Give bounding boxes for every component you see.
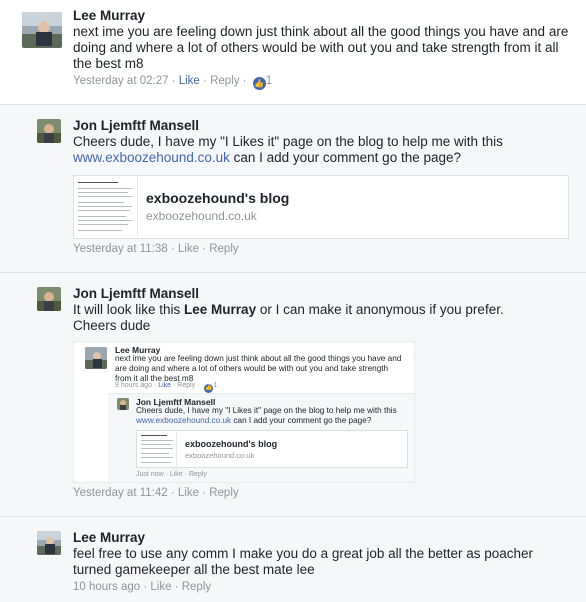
comment-text-part: Cheers dude [73, 318, 151, 333]
comment-time[interactable]: Yesterday at 11:38 [73, 243, 168, 255]
comment-text-part: Cheers dude, I have my "I Likes it" page… [73, 134, 503, 149]
comment-meta: Yesterday at 11:38 · Like · Reply [73, 243, 239, 255]
comment-time[interactable]: Yesterday at 02:27 [73, 75, 168, 87]
reply-button[interactable]: Reply [182, 581, 211, 593]
comment-time[interactable]: 10 hours ago [73, 581, 140, 593]
comment-time: Just now [136, 471, 164, 478]
comment-link[interactable]: www.exboozehound.co.uk [73, 150, 230, 165]
thumbnail-text-line [141, 448, 173, 449]
thumbnail-text-line [78, 230, 122, 231]
comment-meta: 9 hours ago · Like · Reply · 👍1 [115, 382, 218, 393]
thumbnail-text-line [78, 210, 130, 211]
comment-time[interactable]: Yesterday at 11:42 [73, 487, 168, 499]
comment-text-part: or I can make it anonymous if you prefer… [256, 302, 504, 317]
like-button[interactable]: Like [179, 75, 200, 87]
comment-text: next ime you are feeling down just think… [115, 354, 402, 383]
profile-photo-icon [37, 531, 61, 555]
reply-button[interactable]: Reply [209, 487, 238, 499]
comment-block: Lee Murray next ime you are feeling down… [0, 0, 586, 104]
reply-button: Reply [177, 382, 196, 389]
thumbnail-text-line [78, 220, 132, 221]
comment-text: next ime you are feeling down just think… [73, 24, 569, 71]
thumbnail-text-line [141, 453, 169, 454]
thumbnail-text-line [141, 435, 167, 436]
comment-text-part: It will look like this [73, 302, 185, 317]
thumbnail-text-line [78, 202, 124, 203]
link-preview-thumbnail [74, 176, 138, 238]
link-preview-title[interactable]: exboozehound's blog [146, 190, 289, 206]
link-preview-thumbnail [137, 431, 177, 467]
like-button: Like [169, 471, 183, 478]
comment-meta: Yesterday at 02:27 · Like · Reply · 👍 1 [73, 75, 273, 90]
comment-author[interactable]: Jon Ljemftf Mansell [73, 286, 199, 301]
like-button[interactable]: Like [178, 487, 199, 499]
comment-link: www.exboozehound.co.uk [136, 416, 232, 425]
profile-photo-icon [37, 119, 61, 143]
thumbnail-text-line [78, 192, 128, 193]
avatar[interactable] [37, 119, 61, 143]
reply-button[interactable]: Reply [210, 75, 239, 87]
link-preview-domain: exboozehound.co.uk [146, 209, 257, 223]
comment-author[interactable]: Jon Ljemftf Mansell [73, 118, 199, 133]
like-button[interactable]: Like [178, 243, 199, 255]
thumbs-up-icon: 👍 [252, 77, 266, 90]
thumbnail-text-line [78, 182, 118, 183]
link-preview-domain: exboozehound.co.uk [185, 451, 255, 460]
thumbnail-text-line [78, 196, 132, 197]
link-preview-title: exboozehound's blog [185, 439, 278, 449]
attached-screenshot[interactable]: Lee Murray next ime you are feeling down… [73, 341, 415, 483]
reply-block: Lee Murray feel free to use any comm I m… [0, 517, 586, 602]
reply-block: Jon Ljemftf Mansell Cheers dude, I have … [0, 105, 586, 272]
thumbnail-text-line [141, 440, 173, 441]
thumbnail-text-line [141, 457, 173, 458]
profile-photo-icon [85, 347, 107, 369]
comment-meta: Just now · Like · Reply [136, 471, 207, 478]
like-button[interactable]: Like [150, 581, 171, 593]
profile-photo-icon [117, 398, 129, 410]
link-preview-card: exboozehound's blog exboozehound.co.uk [136, 430, 408, 468]
reply-button[interactable]: Reply [209, 243, 238, 255]
comment-time: 9 hours ago [115, 382, 152, 389]
thumbnail-text-line [78, 216, 126, 217]
profile-photo-icon [37, 287, 61, 311]
comment-text: Cheers dude, I have my "I Likes it" page… [136, 406, 414, 426]
comment-text-part: can I add your comment go the page? [231, 416, 372, 425]
profile-photo-icon [22, 12, 62, 48]
avatar[interactable] [37, 287, 61, 311]
comment-meta: 10 hours ago · Like · Reply [73, 581, 212, 593]
thumbnail-text-line [141, 462, 171, 463]
thumbnail-text-line [78, 224, 128, 225]
comment-text: It will look like this Lee Murray or I c… [73, 302, 573, 334]
avatar [117, 398, 129, 410]
comment-text-part: can I add your comment go the page? [229, 150, 462, 165]
comment-text: Cheers dude, I have my "I Likes it" page… [73, 134, 573, 166]
comment-meta: Yesterday at 11:42 · Like · Reply [73, 487, 239, 499]
comment-author[interactable]: Lee Murray [73, 8, 145, 23]
comment-text-part: Cheers dude, I have my "I Likes it" page… [136, 406, 397, 415]
thumbnail-text-line [141, 444, 171, 445]
link-preview-card[interactable]: exboozehound's blog exboozehound.co.uk [73, 175, 569, 239]
reaction-count[interactable]: 1 [266, 75, 272, 87]
avatar[interactable] [37, 531, 61, 555]
thumbnail-text-line [78, 188, 132, 189]
like-button: Like [158, 382, 172, 389]
comment-author[interactable]: Lee Murray [73, 530, 145, 545]
avatar[interactable] [22, 12, 62, 48]
reply-button: Reply [188, 471, 207, 478]
reaction-count: 1 [213, 382, 218, 389]
mention-link[interactable]: Lee Murray [184, 302, 256, 317]
comment-text: feel free to use any comm I make you do … [73, 546, 534, 577]
avatar [85, 347, 107, 369]
thumbnail-text-line [78, 206, 132, 207]
